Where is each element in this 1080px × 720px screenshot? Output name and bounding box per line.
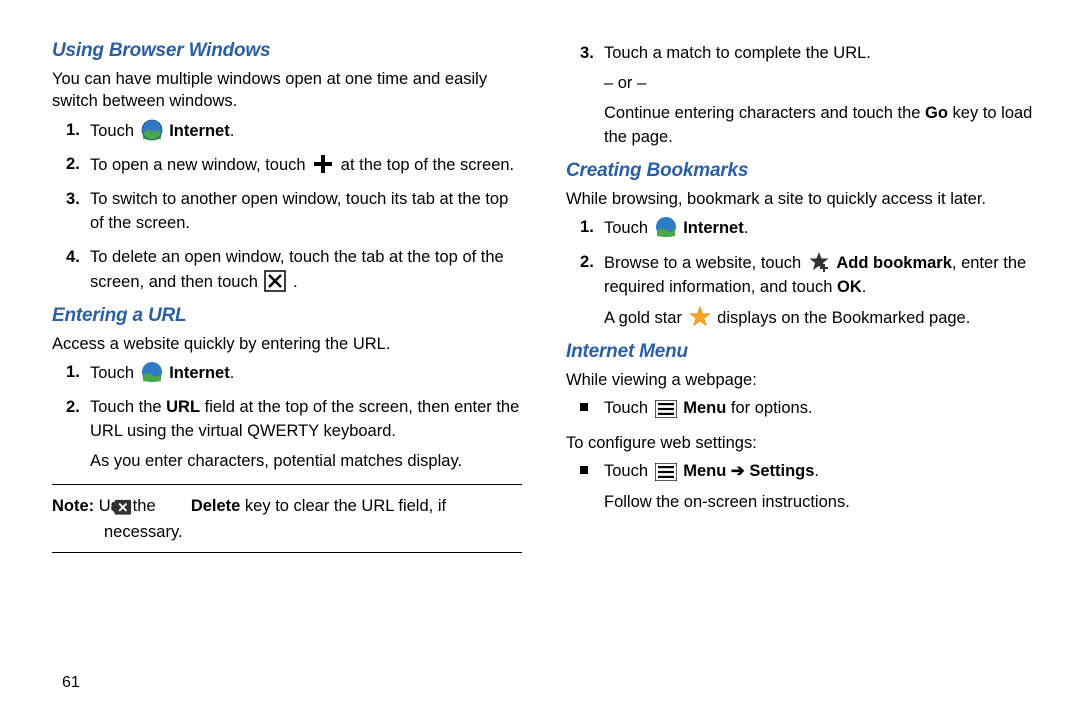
divider <box>52 484 522 485</box>
paragraph: To configure web settings: <box>566 432 1036 454</box>
paragraph: While browsing, bookmark a site to quick… <box>566 188 1036 210</box>
bullet-item: Touch Menu ➔ Settings. Follow the on-scr… <box>604 460 1036 515</box>
menu-icon <box>655 400 677 422</box>
note-block: Note: Use the Delete key to clear the UR… <box>52 495 522 544</box>
close-x-icon <box>264 270 286 292</box>
steps-list: Touch Internet. Browse to a website, tou… <box>566 216 1036 331</box>
step: Browse to a website, touch Add bookmark,… <box>604 251 1036 331</box>
paragraph: Continue entering characters and touch t… <box>604 102 1036 150</box>
paragraph: A gold star displays on the Bookmarked p… <box>604 306 1036 331</box>
delete-backspace-icon <box>162 499 184 521</box>
step: Touch a match to complete the URL. – or … <box>604 42 1036 150</box>
paragraph: Follow the on-screen instructions. <box>604 491 1036 515</box>
heading-internet-menu: Internet Menu <box>566 341 1036 363</box>
paragraph: As you enter characters, potential match… <box>90 450 522 474</box>
heading-creating-bookmarks: Creating Bookmarks <box>566 160 1036 182</box>
gold-star-icon <box>689 306 711 328</box>
paragraph: Access a website quickly by entering the… <box>52 333 522 355</box>
page-number: 61 <box>62 674 80 692</box>
plus-icon <box>312 153 334 175</box>
paragraph: You can have multiple windows open at on… <box>52 68 522 113</box>
divider <box>52 552 522 553</box>
left-column: Using Browser Windows You can have multi… <box>52 38 522 700</box>
step: To switch to another open window, touch … <box>90 188 522 236</box>
heading-using-browser-windows: Using Browser Windows <box>52 40 522 62</box>
star-plus-icon <box>808 251 830 273</box>
step: Touch Internet. <box>90 119 522 144</box>
menu-icon <box>655 463 677 485</box>
bullet-list: Touch Menu for options. <box>566 397 1036 422</box>
bullet-list: Touch Menu ➔ Settings. Follow the on-scr… <box>566 460 1036 515</box>
globe-internet-icon <box>655 216 677 238</box>
globe-internet-icon <box>141 361 163 383</box>
steps-list: Touch Internet. Touch the URL field at t… <box>52 361 522 474</box>
paragraph: While viewing a webpage: <box>566 369 1036 391</box>
right-column: Touch a match to complete the URL. – or … <box>566 38 1036 700</box>
heading-entering-url: Entering a URL <box>52 305 522 327</box>
steps-list: Touch Internet. To open a new window, to… <box>52 119 522 296</box>
step: Touch Internet. <box>90 361 522 386</box>
step: To open a new window, touch at the top o… <box>90 153 522 178</box>
or-separator: – or – <box>604 72 1036 96</box>
bullet-item: Touch Menu for options. <box>604 397 1036 422</box>
globe-internet-icon <box>141 119 163 141</box>
steps-list-continued: Touch a match to complete the URL. – or … <box>566 42 1036 150</box>
step: To delete an open window, touch the tab … <box>90 246 522 295</box>
step: Touch the URL field at the top of the sc… <box>90 396 522 474</box>
step: Touch Internet. <box>604 216 1036 241</box>
